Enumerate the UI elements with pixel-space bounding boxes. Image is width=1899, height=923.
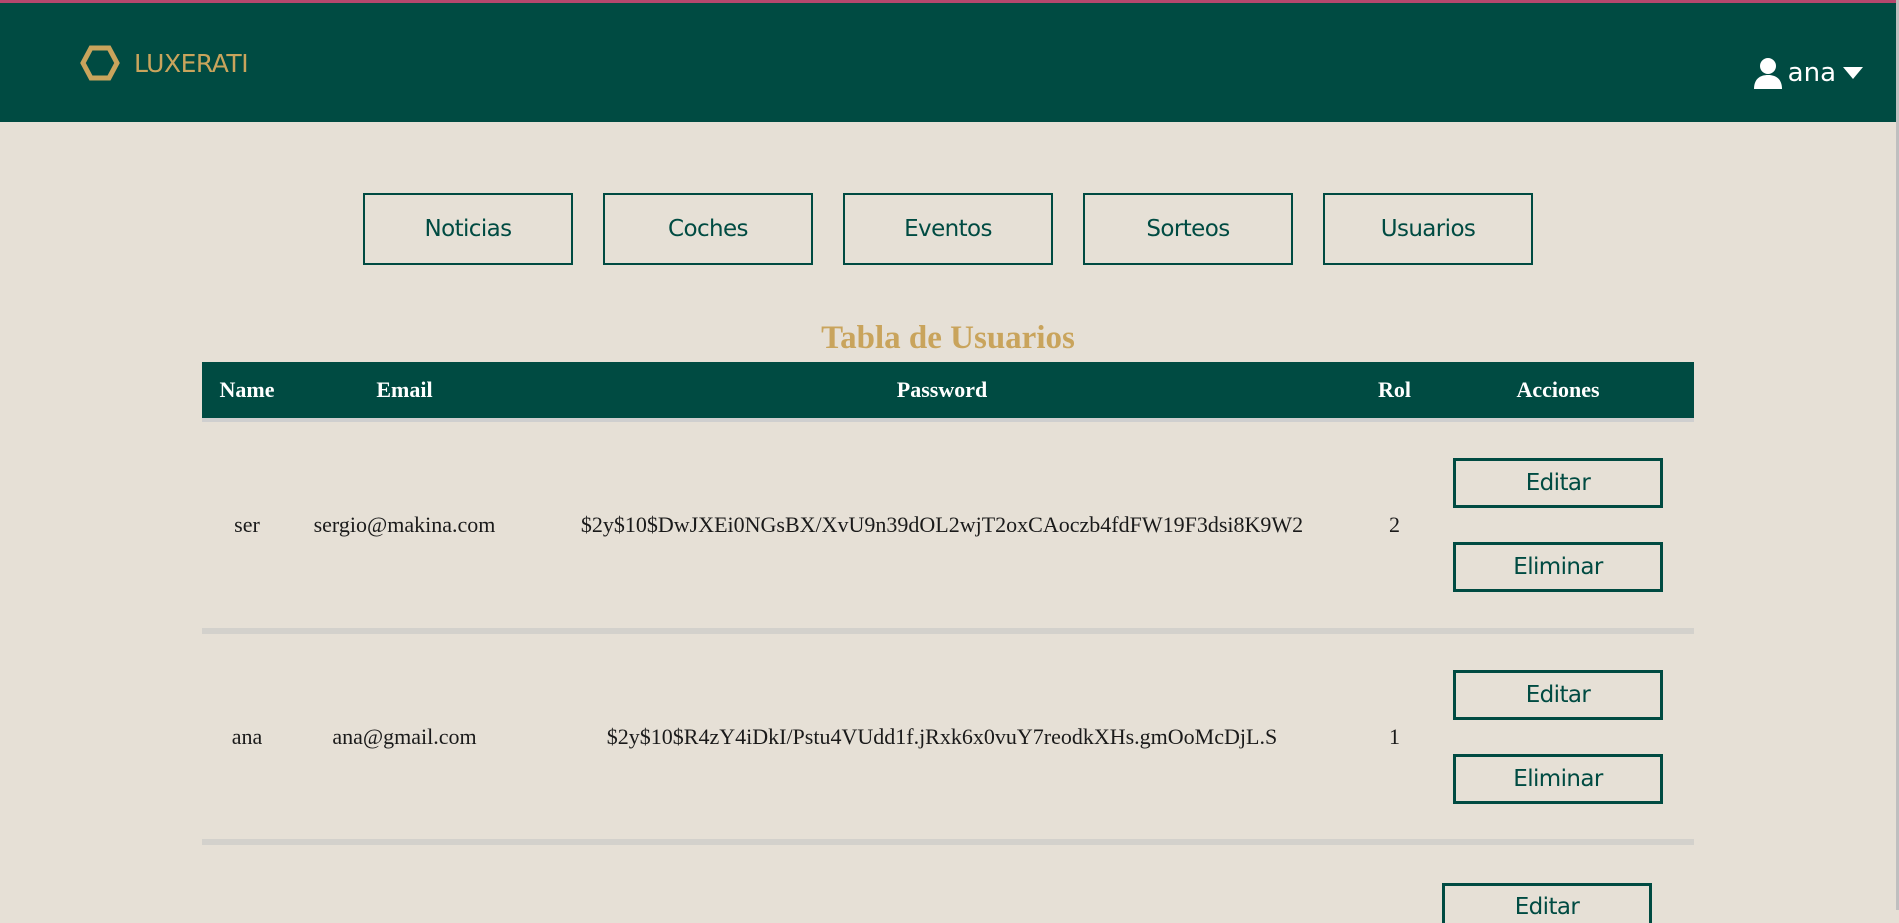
admin-section-tabs: Noticias Coches Eventos Sorteos Usuarios [363,193,1533,265]
column-header-email: Email [376,377,433,402]
table-row: ser sergio@makina.com $2y$10$DwJXEi0NGsB… [202,420,1694,631]
cell-rol: 1 [1389,723,1400,749]
cell-email: sergio@makina.com [313,512,496,537]
brand-logo-link[interactable]: LUXERATI [80,43,249,83]
tab-coches[interactable]: Coches [603,193,813,265]
delete-button[interactable]: Eliminar [1453,542,1663,592]
user-name: ana [1787,58,1836,88]
users-table-container: Name Email Password Rol Acciones ser ser… [202,362,1694,845]
cell-actions: Editar Eliminar [1422,631,1694,842]
top-navbar: LUXERATI ana [0,3,1896,122]
edit-button[interactable]: Editar [1453,458,1663,508]
column-header-rol: Rol [1378,377,1411,402]
cell-actions: Editar Eliminar [1422,420,1694,631]
cell-name: ana [231,723,263,749]
brand-name: LUXERATI [134,48,249,78]
edit-button-partial[interactable]: Editar [1442,883,1652,923]
user-icon [1753,58,1782,89]
tab-noticias[interactable]: Noticias [363,193,573,265]
cell-email: ana@gmail.com [332,723,477,749]
tab-usuarios[interactable]: Usuarios [1323,193,1533,265]
cell-password: $2y$10$DwJXEi0NGsBX/XvU9n39dOL2wjT2oxCAo… [580,512,1304,537]
users-table: Name Email Password Rol Acciones ser ser… [202,362,1694,845]
cell-rol: 2 [1389,512,1400,537]
column-header-acciones: Acciones [1516,377,1600,402]
column-header-password: Password [896,377,988,402]
edit-button[interactable]: Editar [1453,669,1663,720]
delete-button[interactable]: Eliminar [1453,753,1663,804]
hexagon-logo-icon [80,45,120,81]
user-menu-dropdown[interactable]: ana [1753,53,1864,93]
tab-eventos[interactable]: Eventos [843,193,1053,265]
cell-name: ser [234,512,260,537]
tab-sorteos[interactable]: Sorteos [1083,193,1293,265]
table-row: ana ana@gmail.com $2y$10$R4zY4iDkI/Pstu4… [202,631,1694,842]
column-header-name: Name [219,377,275,402]
table-header-row: Name Email Password Rol Acciones [202,362,1694,420]
cell-password: $2y$10$R4zY4iDkI/Pstu4VUdd1f.jRxk6x0vuY7… [606,723,1278,749]
table-title: Tabla de Usuarios [821,320,1075,356]
caret-down-icon [1843,67,1863,79]
